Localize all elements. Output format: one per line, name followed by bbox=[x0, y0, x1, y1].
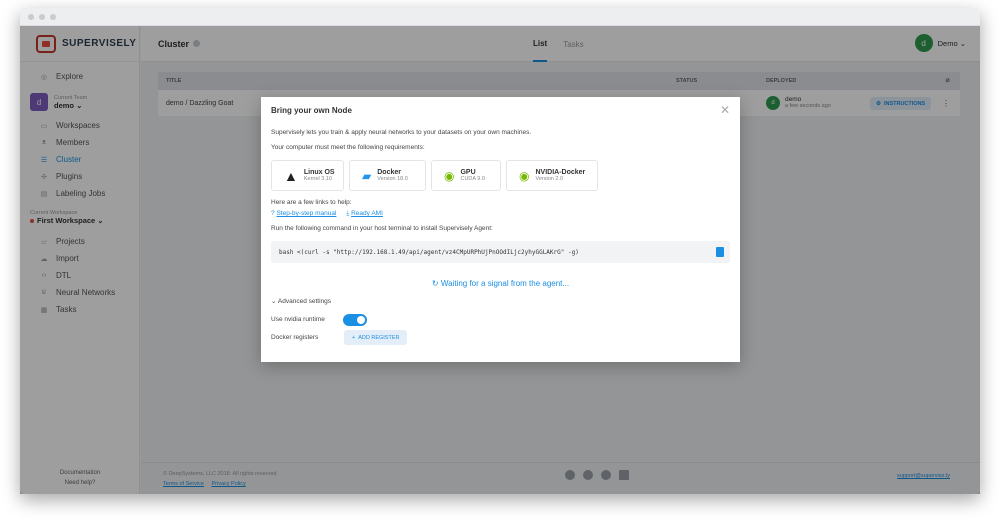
requirement-linux: ▲ Linux OS Kernel 3.10 bbox=[271, 160, 344, 191]
tux-icon: ▲ bbox=[284, 167, 298, 184]
waiting-text: Waiting for a signal from the agent... bbox=[440, 279, 570, 288]
copy-icon[interactable] bbox=[716, 247, 724, 257]
nvidia-runtime-label: Use nvidia runtime bbox=[271, 316, 325, 323]
docker-icon: ▰ bbox=[362, 168, 372, 183]
requirement-gpu: ◉ GPU CUDA 9.0 bbox=[431, 160, 501, 191]
requirement-docker: ▰ Docker Version 18.0 bbox=[349, 160, 426, 191]
requirement-version: Kernel 3.10 bbox=[303, 176, 332, 182]
requirement-name: GPU bbox=[460, 169, 476, 176]
add-register-button[interactable]: + ADD REGISTER bbox=[344, 330, 408, 345]
waiting-status: ↻ Waiting for a signal from the agent... bbox=[261, 279, 740, 288]
dialog-intro: Supervisely lets you train & apply neura… bbox=[271, 129, 532, 136]
help-links: ? Step-by-step manual ⤓ Ready AMI bbox=[271, 210, 383, 218]
requirements-intro: Your computer must meet the following re… bbox=[271, 144, 425, 151]
manual-link[interactable]: ? Step-by-step manual bbox=[271, 210, 336, 218]
add-register-label: ADD REGISTER bbox=[358, 334, 400, 341]
requirements-list: ▲ Linux OS Kernel 3.10 ▰ Docker Version 18… bbox=[271, 160, 598, 191]
manual-link-text: Step-by-step manual bbox=[276, 210, 337, 217]
command-intro: Run the following command in your host t… bbox=[271, 225, 493, 232]
requirement-nvidia-docker: ◉ NVIDIA-Docker Version 2.0 bbox=[506, 160, 598, 191]
close-icon[interactable]: ✕ bbox=[720, 103, 730, 117]
requirement-name: NVIDIA-Docker bbox=[535, 169, 586, 176]
window-close-dot[interactable] bbox=[28, 13, 34, 20]
plus-icon: + bbox=[352, 334, 356, 341]
links-intro: Here are a few links to help: bbox=[271, 199, 352, 206]
window-titlebar bbox=[20, 8, 980, 26]
requirement-version: Version 18.0 bbox=[377, 176, 408, 182]
ami-link-text: Ready AMI bbox=[351, 210, 383, 217]
nvidia-icon: ◉ bbox=[444, 168, 455, 183]
window-minimize-dot[interactable] bbox=[39, 13, 45, 20]
download-icon: ⤓ bbox=[346, 210, 350, 217]
requirement-version: Version 2.0 bbox=[535, 176, 564, 182]
requirement-version: CUDA 9.0 bbox=[460, 176, 485, 182]
nvidia-icon: ◉ bbox=[519, 168, 530, 183]
dialog-title: Bring your own Node bbox=[271, 106, 352, 115]
install-command-text: bash <(curl -s "http://192.168.1.49/api/… bbox=[279, 248, 579, 256]
requirement-name: Linux OS bbox=[303, 169, 335, 176]
advanced-settings-toggle[interactable]: ⌄ Advanced settings bbox=[271, 297, 331, 305]
nvidia-runtime-switch[interactable] bbox=[343, 314, 367, 326]
requirement-name: Docker bbox=[377, 169, 401, 176]
install-command[interactable]: bash <(curl -s "http://192.168.1.49/api/… bbox=[271, 241, 730, 263]
docker-registers-label: Docker registers bbox=[271, 334, 319, 341]
window-maximize-dot[interactable] bbox=[50, 13, 56, 20]
bring-your-own-node-dialog: Bring your own Node ✕ Supervisely lets y… bbox=[261, 97, 740, 362]
spinner-icon: ↻ bbox=[431, 279, 439, 288]
ami-link[interactable]: ⤓ Ready AMI bbox=[346, 210, 382, 218]
help-circle-icon: ? bbox=[271, 210, 275, 217]
